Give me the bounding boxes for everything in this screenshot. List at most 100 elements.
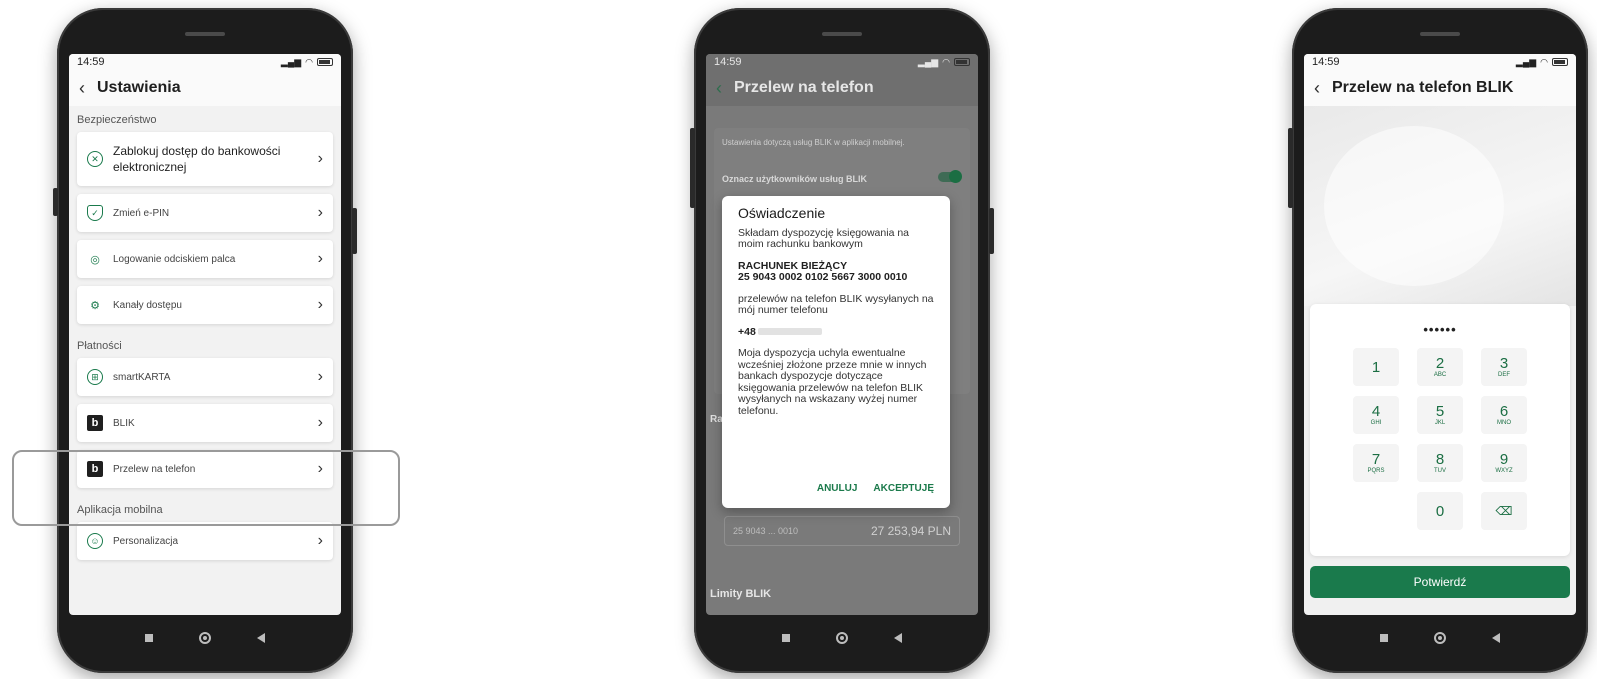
screen: 14:59 ▂▄▆ ◠ ‹ Przelew na telefon BLIK ••… (1304, 54, 1576, 615)
shield-icon: ✓ (87, 205, 103, 221)
menu-item-smartkarta[interactable]: ⊞ smartKARTA › (77, 358, 333, 396)
chevron-right-icon: › (317, 150, 323, 167)
android-nav-bar (57, 625, 353, 651)
back-icon[interactable] (257, 633, 265, 643)
accept-button[interactable]: AKCEPTUJĘ (873, 483, 934, 495)
key-1[interactable]: 1 (1353, 348, 1399, 386)
key-digit: 1 (1371, 358, 1381, 376)
section-security: Bezpieczeństwo (77, 114, 157, 126)
back-chevron-icon[interactable]: ‹ (79, 78, 85, 99)
section-label: Ra (710, 414, 723, 425)
menu-item-block-access[interactable]: ✕ Zablokuj dostęp do bankowości elektron… (77, 132, 333, 186)
key-empty (1353, 492, 1399, 530)
backspace-key[interactable]: ⌫ (1481, 492, 1527, 530)
menu-item-fingerprint[interactable]: ◎ Logowanie odciskiem palca › (77, 240, 333, 278)
back-icon[interactable] (894, 633, 902, 643)
account-number: 25 9043 0002 0102 5667 3000 0010 (738, 271, 908, 283)
back-chevron-icon[interactable]: ‹ (716, 78, 722, 99)
recent-apps-icon[interactable] (145, 634, 153, 642)
menu-item-access-channels[interactable]: ⚙ Kanały dostępu › (77, 286, 333, 324)
volume-button (1288, 128, 1293, 208)
wifi-icon: ◠ (305, 56, 313, 67)
key-letters: ABC (1433, 371, 1447, 378)
recent-apps-icon[interactable] (1380, 634, 1388, 642)
key-3[interactable]: 3 DEF (1481, 348, 1527, 386)
keypad-grid: 1 2 ABC 3 DEF 4 GHI 5 JKL 6 MNO 7 PQRS 8 TUV 9W… (1310, 348, 1570, 530)
status-icons: ▂▄▆ ◠ (918, 57, 970, 68)
key-digit: 9 (1499, 450, 1509, 468)
key-8[interactable]: 8 TUV (1417, 444, 1463, 482)
key-letters: WXYZ (1495, 467, 1513, 474)
pin-mask: •••••• (1423, 322, 1457, 337)
home-icon[interactable] (836, 632, 848, 644)
key-letters: DEF (1498, 371, 1510, 378)
hero-background (1304, 106, 1576, 306)
chevron-right-icon: › (317, 204, 323, 221)
menu-item-label: Personalizacja (113, 535, 179, 547)
page-title: Przelew na telefon BLIK (1332, 79, 1514, 96)
key-9[interactable]: 9 WXYZ (1481, 444, 1527, 482)
account-balance: 27 253,94 PLN (870, 524, 951, 538)
wifi-icon: ◠ (942, 56, 950, 67)
block-icon: ✕ (87, 151, 103, 167)
key-4[interactable]: 4 GHI (1353, 396, 1399, 434)
menu-item-change-epin[interactable]: ✓ Zmień e-PIN › (77, 194, 333, 232)
home-icon[interactable] (1434, 632, 1446, 644)
status-time: 14:59 (714, 56, 742, 68)
key-letters: JKL (1434, 419, 1446, 426)
home-icon[interactable] (199, 632, 211, 644)
status-bar: 14:59 ▂▄▆ ◠ (1304, 54, 1576, 70)
page-title: Przelew na telefon (734, 79, 874, 96)
key-digit: 6 (1499, 402, 1509, 420)
key-digit: 8 (1435, 450, 1445, 468)
account-number: 25 9043 ... 0010 (733, 526, 799, 536)
speaker (1420, 32, 1460, 36)
status-bar: 14:59 ▂▄▆ ◠ (706, 54, 978, 70)
status-time: 14:59 (77, 56, 105, 68)
key-digit: 7 (1371, 450, 1381, 468)
android-nav-bar (694, 625, 990, 651)
key-2[interactable]: 2 ABC (1417, 348, 1463, 386)
dialog-intro: Składam dyspozycję księgowania na moim r… (738, 226, 910, 250)
blik-icon: b (87, 415, 103, 431)
menu-item-label: Kanały dostępu (113, 299, 182, 311)
pin-pad: •••••• 1 2 ABC 3 DEF 4 GHI 5 JKL 6 MNO 7 PQRS … (1310, 304, 1570, 556)
phone-pin-entry: 14:59 ▂▄▆ ◠ ‹ Przelew na telefon BLIK ••… (1288, 8, 1588, 673)
volume-button (53, 188, 58, 216)
menu-item-label: smartKARTA (113, 371, 171, 383)
recent-apps-icon[interactable] (782, 634, 790, 642)
backspace-icon: ⌫ (1495, 504, 1513, 518)
back-chevron-icon[interactable]: ‹ (1314, 78, 1320, 99)
screen: 14:59 ▂▄▆ ◠ ‹ Ustawienia Bezpieczeństwo … (69, 54, 341, 615)
menu-item-label: Zablokuj dostęp do bankowości elektronic… (113, 144, 281, 174)
card-icon: ⊞ (87, 369, 103, 385)
cancel-button[interactable]: ANULUJ (817, 483, 858, 495)
key-letters: MNO (1497, 419, 1511, 426)
status-bar: 14:59 ▂▄▆ ◠ (69, 54, 341, 70)
app-bar: ‹ Ustawienia (69, 70, 341, 106)
back-icon[interactable] (1492, 633, 1500, 643)
app-bar: ‹ Przelew na telefon BLIK (1304, 70, 1576, 106)
signal-icon: ▂▄▆ (917, 56, 939, 67)
key-6[interactable]: 6 MNO (1481, 396, 1527, 434)
highlight-frame (12, 450, 400, 526)
key-7[interactable]: 7 PQRS (1353, 444, 1399, 482)
confirm-button[interactable]: Potwierdź (1310, 566, 1570, 598)
masked-phone-number (757, 328, 822, 336)
screen: 14:59 ▂▄▆ ◠ ‹ Przelew na telefon Ustawie… (706, 54, 978, 615)
side-button (989, 208, 994, 254)
blik-limits-heading: Limity BLIK (710, 588, 772, 600)
battery-icon (1552, 58, 1568, 66)
key-0[interactable]: 0 (1417, 492, 1463, 530)
blik-users-toggle[interactable] (938, 170, 962, 183)
menu-item-personalization[interactable]: ☺ Personalizacja › (77, 522, 333, 560)
key-letters: PQRS (1367, 467, 1385, 474)
key-5[interactable]: 5 JKL (1417, 396, 1463, 434)
side-button (352, 208, 357, 254)
chevron-right-icon: › (317, 368, 323, 385)
account-row[interactable]: 25 9043 ... 0010 27 253,94 PLN (724, 516, 960, 546)
key-digit: 0 (1435, 502, 1445, 520)
status-icons: ▂▄▆ ◠ (1516, 57, 1568, 68)
chevron-right-icon: › (317, 296, 323, 313)
menu-item-blik[interactable]: b BLIK › (77, 404, 333, 442)
